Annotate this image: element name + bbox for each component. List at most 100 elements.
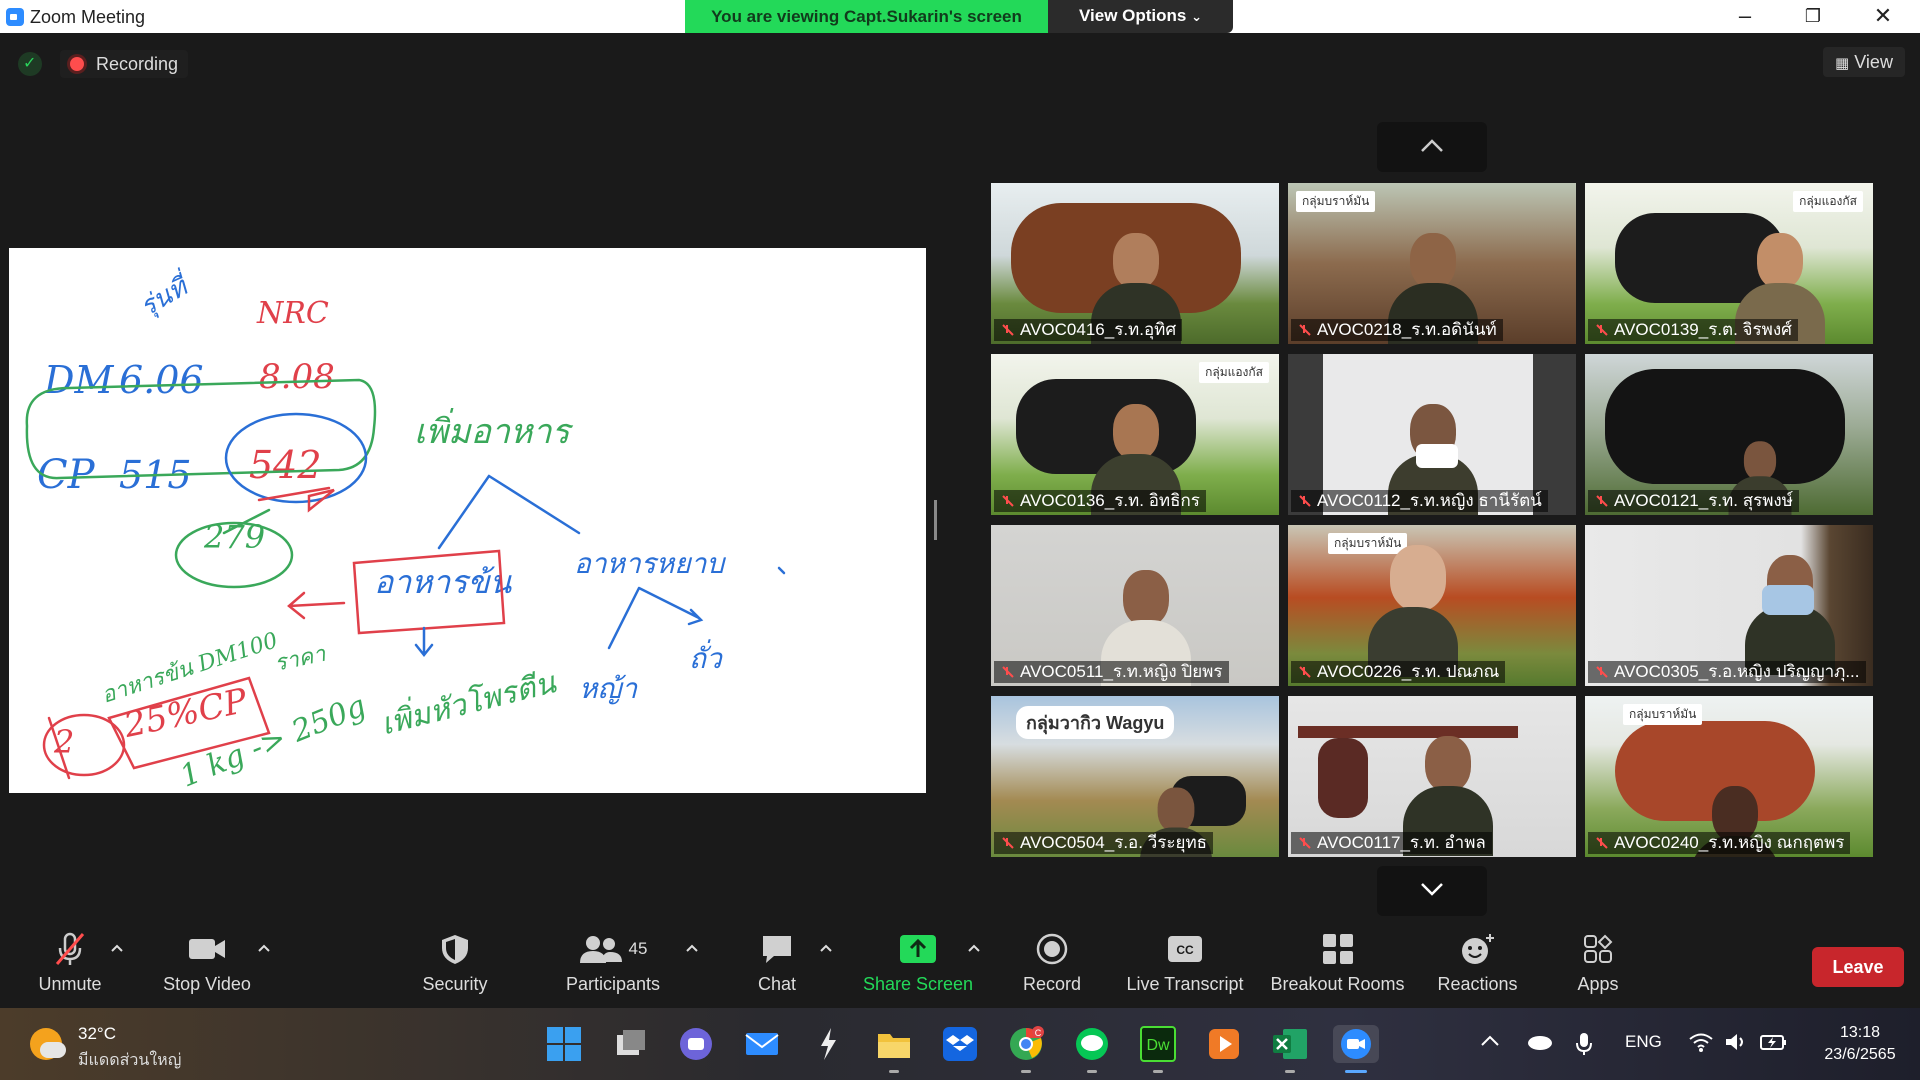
panel-resize-handle[interactable]: [934, 500, 937, 540]
live-transcript-button[interactable]: CC Live Transcript: [1120, 928, 1250, 1006]
participant-tile[interactable]: กลุ่มแองกัส AVOC0136_ร.ท. อิทธิกร: [991, 354, 1279, 515]
mic-muted-icon: [1596, 324, 1608, 336]
apps-button[interactable]: Apps: [1558, 928, 1638, 1006]
wb-text-add-feed: เพิ่มอาหาร: [414, 408, 573, 452]
close-button[interactable]: ✕: [1858, 0, 1908, 33]
live-transcript-label: Live Transcript: [1126, 974, 1244, 994]
battery-charging-icon[interactable]: [1758, 1032, 1788, 1057]
participants-button[interactable]: 45 Participants: [558, 928, 668, 1006]
shared-screen-whiteboard: รุ่นที่ NRC DM 6.06 8.08 CP 515 542 279 …: [9, 248, 926, 795]
teams-chat-icon[interactable]: [677, 1025, 715, 1063]
participant-tile[interactable]: AVOC0121_ร.ท. สุรพงษ์: [1585, 354, 1873, 515]
weather-sun-cloud-icon: [30, 1028, 66, 1060]
tile-banner: กลุ่มแองกัส: [1199, 362, 1269, 383]
reactions-button[interactable]: Reactions: [1430, 928, 1525, 1006]
chat-button[interactable]: Chat: [737, 928, 817, 1006]
dreamweaver-icon[interactable]: Dw: [1139, 1025, 1177, 1073]
security-button[interactable]: Security: [410, 928, 500, 1006]
onedrive-cloud-icon[interactable]: [1525, 1032, 1553, 1055]
participant-tile[interactable]: AVOC0117_ร.ท. อำพล: [1288, 696, 1576, 857]
stop-video-label: Stop Video: [163, 974, 251, 994]
restore-button[interactable]: ❐: [1788, 0, 1838, 33]
view-options-label: View Options: [1078, 6, 1187, 25]
participant-tile[interactable]: กลุ่มวากิว Wagyu AVOC0504_ร.อ. วีระยุทธ: [991, 696, 1279, 857]
svg-text:Dw: Dw: [1146, 1037, 1170, 1054]
recording-indicator[interactable]: Recording: [60, 50, 189, 78]
clock-time: 13:18: [1839, 1024, 1881, 1041]
participant-tile[interactable]: กลุ่มบราห์มัน AVOC0240_ร.ท.หญิง ณกฤตพร: [1585, 696, 1873, 857]
participant-name: AVOC0511_ร.ท.หญิง ปิยพร: [994, 661, 1229, 683]
app-bolt-icon[interactable]: [809, 1025, 847, 1063]
encryption-shield-icon[interactable]: [18, 52, 42, 76]
mic-muted-icon: [1002, 837, 1014, 849]
video-options-caret-icon[interactable]: [256, 940, 272, 956]
unmute-button[interactable]: Unmute: [25, 928, 115, 1006]
line-app-icon[interactable]: [1073, 1025, 1111, 1073]
share-screen-button[interactable]: Share Screen: [860, 928, 976, 1006]
gallery-scroll-up-button[interactable]: [1377, 122, 1487, 172]
gallery-view-button[interactable]: ▦ View: [1823, 47, 1905, 77]
wb-text-nrc: NRC: [256, 296, 329, 331]
participant-tile[interactable]: กลุ่มบราห์มัน AVOC0218_ร.ท.อดินันท์: [1288, 183, 1576, 344]
record-label: Record: [1022, 974, 1082, 994]
unmute-label: Unmute: [38, 974, 102, 994]
stop-video-button[interactable]: Stop Video: [157, 928, 257, 1006]
mic-muted-icon: [1596, 666, 1608, 678]
chrome-icon[interactable]: C: [1007, 1025, 1045, 1073]
record-button[interactable]: Record: [1012, 928, 1092, 1006]
mail-icon[interactable]: [743, 1025, 781, 1063]
mic-muted-icon: [1002, 324, 1014, 336]
participant-tile[interactable]: กลุ่มแองกัส AVOC0139_ร.ต. จิรพงศ์: [1585, 183, 1873, 344]
leave-button[interactable]: Leave: [1812, 947, 1904, 987]
participant-tile[interactable]: AVOC0112_ร.ท.หญิง ธานีรัตน์: [1288, 354, 1576, 515]
view-options-button[interactable]: View Options ⌄: [1048, 0, 1233, 33]
windows-start-icon[interactable]: [545, 1025, 583, 1063]
participant-name: AVOC0305_ร.อ.หญิง ปริญญาภุ...: [1588, 661, 1866, 683]
wb-text-cp-nrc: 542: [249, 443, 322, 487]
mic-muted-icon: [1002, 666, 1014, 678]
tray-chevron-up-icon[interactable]: [1480, 1032, 1500, 1053]
view-label: View: [1854, 52, 1893, 72]
tile-banner: กลุ่มวากิว Wagyu: [1016, 706, 1175, 739]
volume-icon[interactable]: [1724, 1032, 1748, 1057]
file-explorer-icon[interactable]: [875, 1025, 913, 1073]
excel-icon[interactable]: [1271, 1025, 1309, 1073]
participant-tile[interactable]: กลุ่มบราห์มัน AVOC0226_ร.ท. ปณภณ: [1288, 525, 1576, 686]
media-player-icon[interactable]: [1205, 1025, 1243, 1063]
microphone-icon[interactable]: [1575, 1032, 1593, 1061]
weather-condition: มีแดดส่วนใหญ่: [78, 1052, 182, 1069]
viewing-share-banner: You are viewing Capt.Sukarin's screen: [685, 0, 1048, 33]
grid-icon: ▦: [1835, 55, 1850, 72]
breakout-rooms-button[interactable]: Breakout Rooms: [1265, 928, 1410, 1006]
chrome-badge: C: [1035, 1028, 1042, 1038]
participant-tile[interactable]: AVOC0305_ร.อ.หญิง ปริญญาภุ...: [1585, 525, 1873, 686]
participant-tile[interactable]: AVOC0416_ร.ท.อุทิศ: [991, 183, 1279, 344]
wb-text-grass: หญ้า: [579, 672, 638, 705]
gallery-scroll-down-button[interactable]: [1377, 866, 1487, 916]
participants-label: Participants: [565, 974, 661, 994]
video-camera-icon: [189, 939, 225, 959]
mic-muted-icon: [1299, 324, 1311, 336]
share-options-caret-icon[interactable]: [966, 940, 982, 956]
wifi-icon[interactable]: [1688, 1032, 1714, 1057]
chat-options-caret-icon[interactable]: [818, 940, 834, 956]
chat-label: Chat: [757, 974, 797, 994]
apps-label: Apps: [1577, 974, 1619, 994]
participant-tile[interactable]: AVOC0511_ร.ท.หญิง ปิยพร: [991, 525, 1279, 686]
audio-options-caret-icon[interactable]: [109, 940, 125, 956]
participants-options-caret-icon[interactable]: [684, 940, 700, 956]
mic-muted-icon: [1299, 837, 1311, 849]
participant-name: AVOC0121_ร.ท. สุรพงษ์: [1588, 490, 1799, 512]
system-clock[interactable]: 13:18 23/6/2565: [1805, 1022, 1915, 1066]
minimize-button[interactable]: –: [1720, 0, 1770, 33]
zoom-taskbar-icon[interactable]: [1333, 1025, 1379, 1073]
mic-muted-icon: [1299, 666, 1311, 678]
dropbox-icon[interactable]: [941, 1025, 979, 1063]
participant-name: AVOC0117_ร.ท. อำพล: [1291, 832, 1492, 854]
language-indicator[interactable]: ENG: [1625, 1032, 1662, 1052]
breakout-rooms-label: Breakout Rooms: [1270, 974, 1405, 994]
task-view-icon[interactable]: [611, 1025, 649, 1063]
shield-icon: [442, 935, 468, 964]
security-label: Security: [422, 974, 488, 994]
participant-name: AVOC0136_ร.ท. อิทธิกร: [994, 490, 1206, 512]
